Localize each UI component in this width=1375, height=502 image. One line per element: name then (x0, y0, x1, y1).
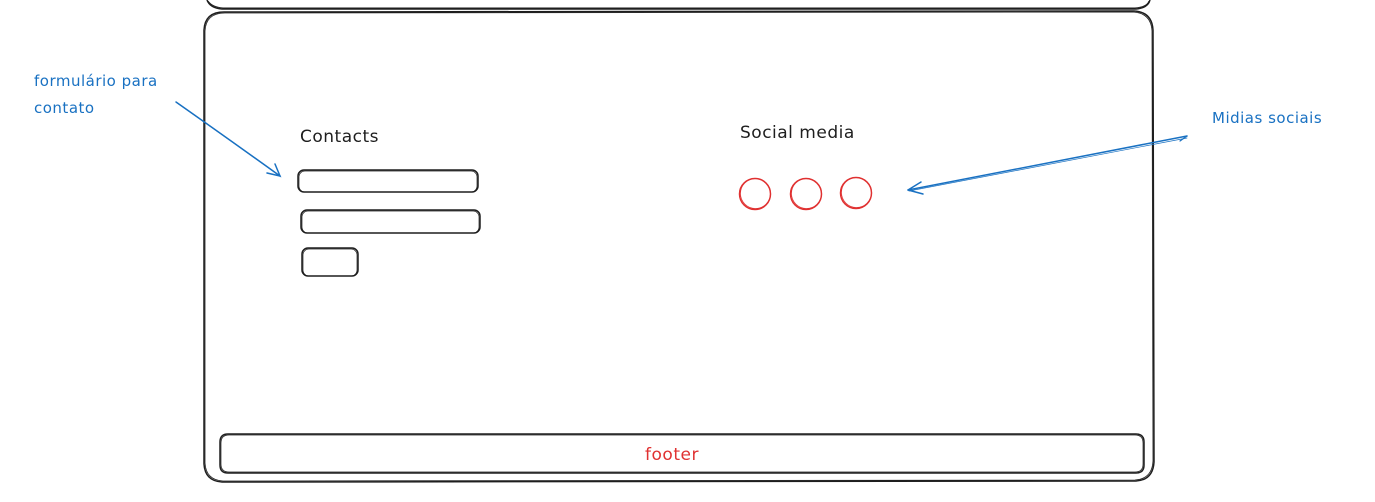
page-frame (203, 10, 1155, 483)
social-icon-3[interactable] (839, 176, 873, 210)
form-annotation-line-2: contato (34, 99, 95, 117)
social-annotation-arrow (907, 135, 1188, 195)
contact-input-field-2[interactable] (300, 209, 481, 234)
wireframe-sketch: Contacts Social media footer formulário … (34, 0, 1322, 483)
contact-submit-button[interactable] (301, 247, 359, 277)
contact-input-field-1[interactable] (297, 169, 479, 193)
contacts-heading: Contacts (300, 127, 379, 147)
form-annotation-line-1: formulário para (34, 72, 158, 90)
footer-label: footer (645, 445, 699, 465)
form-annotation-arrow (175, 101, 282, 178)
social-icon-2[interactable] (789, 177, 823, 211)
social-media-heading: Social media (740, 123, 855, 143)
social-annotation: Midias sociais (1212, 109, 1322, 127)
social-icon-1[interactable] (738, 177, 772, 211)
